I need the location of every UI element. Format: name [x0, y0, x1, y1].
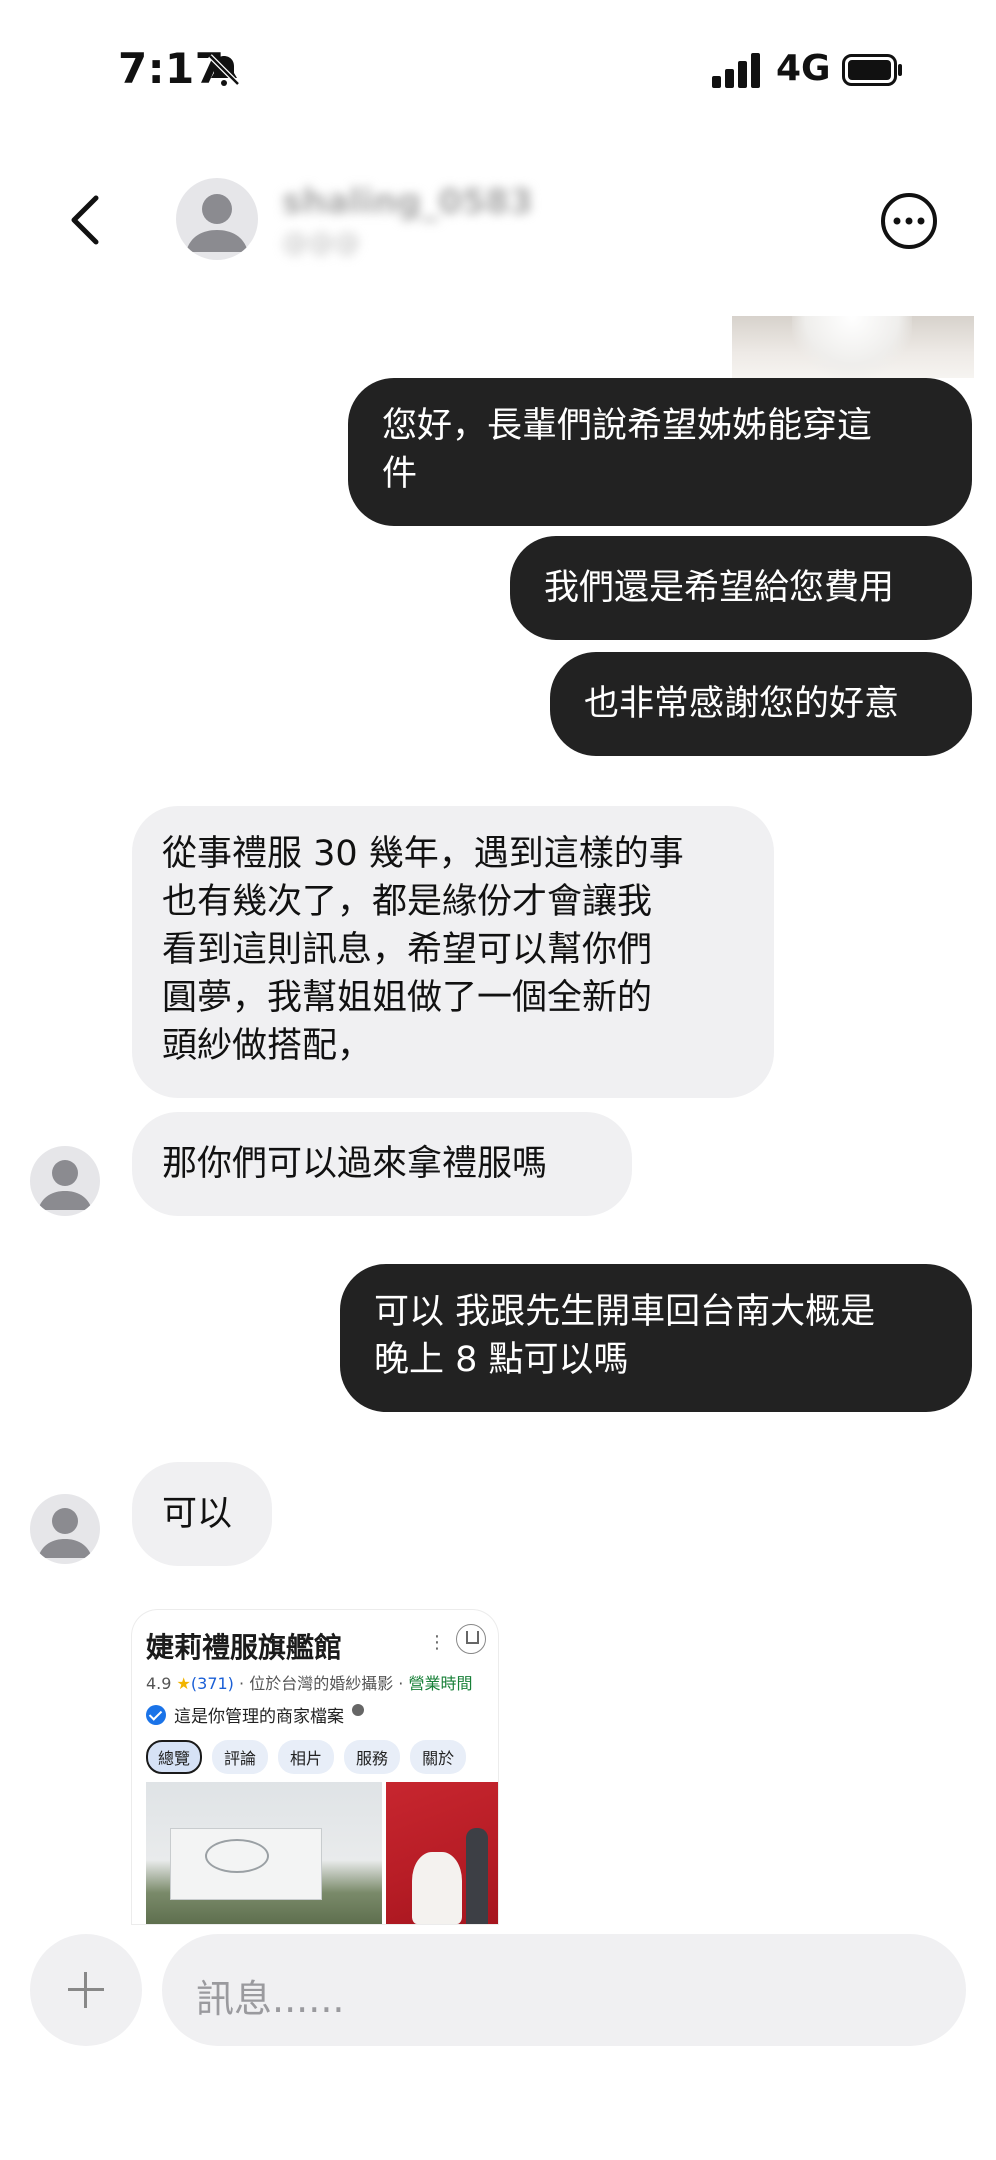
- review-count: (371): [190, 1674, 234, 1693]
- message-bubble-incoming[interactable]: 那你們可以過來拿禮服嗎: [132, 1112, 632, 1216]
- business-tabs: 總覽 評論 相片 服務 關於: [146, 1740, 467, 1774]
- battery-icon: [842, 54, 902, 86]
- sender-avatar[interactable]: [30, 1494, 100, 1564]
- message-bubble-incoming[interactable]: 可以: [132, 1462, 272, 1566]
- info-icon: [352, 1704, 364, 1716]
- network-type: 4G: [776, 48, 831, 89]
- status-bar: 7:17 4G: [0, 0, 996, 140]
- contact-username[interactable]: shaling_0583: [282, 182, 533, 222]
- business-category: · 位於台灣的婚紗攝影 ·: [239, 1674, 404, 1693]
- share-icon: [456, 1624, 486, 1654]
- tab-photos: 相片: [278, 1740, 335, 1774]
- shared-photo-preview[interactable]: [732, 316, 974, 378]
- business-name: 婕莉禮服旗艦館: [146, 1631, 343, 1664]
- verified-row: 這是你管理的商家檔案: [146, 1702, 364, 1727]
- tab-about: 關於: [410, 1740, 467, 1774]
- verified-text: 這是你管理的商家檔案: [174, 1707, 344, 1727]
- business-hours: 營業時間: [408, 1674, 473, 1693]
- wedding-couple-photo: [386, 1782, 498, 1924]
- tab-reviews: 評論: [212, 1740, 269, 1774]
- more-options-icon[interactable]: [880, 192, 938, 250]
- message-input[interactable]: 訊息......: [162, 1934, 966, 2046]
- message-bubble-outgoing[interactable]: 可以 我跟先生開車回台南大概是 晚上 8 點可以嗎: [340, 1264, 972, 1412]
- message-bubble-outgoing[interactable]: 也非常感謝您的好意: [550, 652, 972, 756]
- cellular-signal-icon: [712, 53, 760, 88]
- tab-overview: 總覽: [146, 1740, 203, 1774]
- person-icon: [186, 194, 248, 252]
- storefront-photo: [146, 1782, 382, 1924]
- star-icon: ★: [176, 1674, 191, 1693]
- person-icon: [38, 1160, 92, 1210]
- message-bubble-outgoing[interactable]: 我們還是希望給您費用: [510, 536, 972, 640]
- person-icon: [38, 1508, 92, 1558]
- verified-badge-icon: [146, 1705, 166, 1725]
- sender-avatar[interactable]: [30, 1146, 100, 1216]
- kebab-menu-icon: ⋮: [428, 1632, 446, 1653]
- tab-services: 服務: [344, 1740, 401, 1774]
- bell-slash-icon: [208, 54, 240, 86]
- chevron-left-icon[interactable]: [66, 192, 106, 248]
- contact-avatar[interactable]: [176, 178, 258, 260]
- rating-value: 4.9: [146, 1674, 172, 1693]
- business-rating-row: 4.9 ★(371) · 位於台灣的婚紗攝影 · 營業時間: [146, 1670, 472, 1694]
- contact-subtitle: @@@: [282, 228, 360, 258]
- message-bubble-outgoing[interactable]: 您好，長輩們說希望姊姊能穿這 件: [348, 378, 972, 526]
- message-input-placeholder: 訊息......: [196, 1977, 345, 2021]
- shared-business-card[interactable]: 婕莉禮服旗艦館 ⋮ 4.9 ★(371) · 位於台灣的婚紗攝影 · 營業時間 …: [132, 1610, 498, 1924]
- message-bubble-incoming[interactable]: 從事禮服 30 幾年，遇到這樣的事 也有幾次了，都是緣份才會讓我 看到這則訊息，…: [132, 806, 774, 1098]
- add-attachment-button[interactable]: [30, 1934, 142, 2046]
